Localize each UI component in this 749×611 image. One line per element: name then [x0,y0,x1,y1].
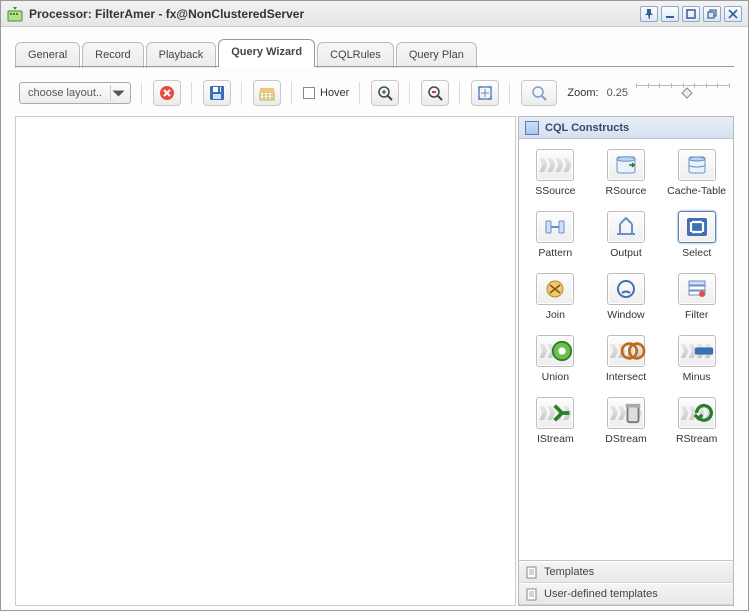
palette-item-output[interactable]: Output [594,211,658,259]
pin-button[interactable] [640,6,658,22]
palette-item-istream[interactable]: IStream [523,397,587,445]
tab-record[interactable]: Record [82,42,143,68]
save-button[interactable] [203,80,231,106]
palette-item-minus[interactable]: Minus [665,335,729,383]
restore-button[interactable] [703,6,721,22]
close-button[interactable] [724,6,742,22]
zoom-in-button[interactable] [371,80,399,106]
maximize-button[interactable] [682,6,700,22]
zoom-out-button[interactable] [421,80,449,106]
slider-thumb-icon [681,87,693,99]
zoom-label: Zoom: [567,87,598,99]
zoom-fit-button[interactable] [471,80,499,106]
palette-title: CQL Constructs [545,122,629,134]
palette-item-window[interactable]: Window [594,273,658,321]
app-icon [7,6,23,22]
layout-select-text: choose layout.. [28,87,102,99]
document-icon [525,566,538,579]
palette-item-dstream[interactable]: DStream [594,397,658,445]
palette-item-cache-table[interactable]: Cache-Table [665,149,729,197]
palette-item-ssource[interactable]: SSource [523,149,587,197]
document-icon [525,588,538,601]
palette-item-union[interactable]: Union [523,335,587,383]
chevron-down-icon [110,85,126,101]
zoom-value: 0.25 [607,87,628,99]
hover-label: Hover [320,87,349,99]
zoom-tool-button[interactable] [521,80,557,106]
grid-button[interactable] [253,80,281,106]
palette-item-filter[interactable]: Filter [665,273,729,321]
tab-query-plan[interactable]: Query Plan [396,42,477,68]
palette-section-user-templates[interactable]: User-defined templates [519,583,733,605]
palette-header-icon [525,121,539,135]
palette-item-intersect[interactable]: Intersect [594,335,658,383]
tab-general[interactable]: General [15,42,80,68]
tab-playback[interactable]: Playback [146,42,217,68]
palette-item-rsource[interactable]: RSource [594,149,658,197]
query-canvas[interactable] [15,116,516,606]
layout-select[interactable]: choose layout.. [19,82,131,104]
zoom-slider[interactable] [636,83,730,103]
window-title: Processor: FilterAmer - fx@NonClusteredS… [29,7,640,21]
hover-checkbox[interactable] [303,87,315,99]
minimize-button[interactable] [661,6,679,22]
tab-query-wizard[interactable]: Query Wizard [218,39,315,67]
palette-item-join[interactable]: Join [523,273,587,321]
palette-item-select[interactable]: Select [665,211,729,259]
delete-button[interactable] [153,80,181,106]
tab-cqlrules[interactable]: CQLRules [317,42,394,68]
palette-item-pattern[interactable]: Pattern [523,211,587,259]
palette-section-templates[interactable]: Templates [519,561,733,583]
palette-item-rstream[interactable]: RStream [665,397,729,445]
